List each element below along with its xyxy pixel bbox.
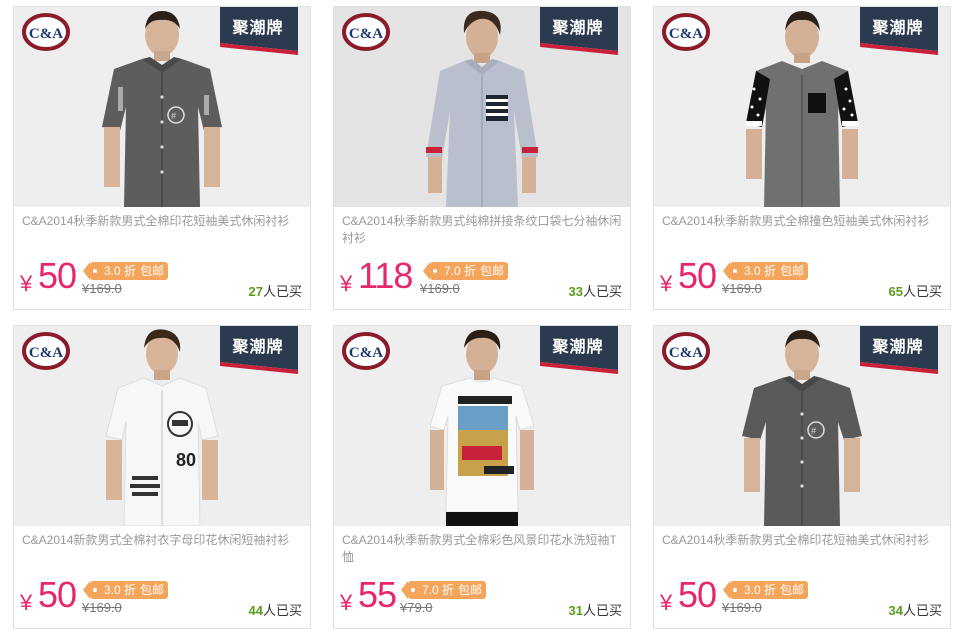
sold-info: 27人已买 — [249, 281, 302, 300]
svg-text:C&A: C&A — [29, 345, 63, 361]
product-photo[interactable]: 80 C&A 聚潮牌 — [14, 326, 310, 526]
currency-symbol: ¥ — [660, 271, 673, 296]
svg-text:C&A: C&A — [29, 26, 63, 42]
currency-symbol: ¥ — [340, 271, 353, 296]
sold-count: 34 — [888, 603, 903, 618]
sold-info: 44人已买 — [249, 600, 302, 619]
svg-text:#: # — [171, 111, 176, 121]
product-photo[interactable]: # C&A 聚潮牌 — [654, 326, 950, 526]
product-card[interactable]: C&A 聚潮牌 C&A2014秋季新款男式全棉撞色短袖美式休闲衬衫 ¥ 50 3… — [653, 6, 951, 310]
free-shipping-badge: 包邮 — [776, 581, 809, 599]
product-card[interactable]: C&A 聚潮牌 C&A2014秋季新款男式纯棉拼接条纹口袋七分袖休闲衬衫 ¥ 1… — [333, 6, 631, 310]
original-price: ¥169.0 — [722, 600, 762, 615]
sold-suffix: 人已买 — [262, 284, 302, 299]
svg-text:80: 80 — [176, 450, 196, 470]
discount-label: 7.0 折 — [444, 264, 477, 278]
brand-logo-icon: C&A — [22, 13, 70, 51]
sold-suffix: 人已买 — [902, 603, 942, 618]
sold-count: 65 — [888, 284, 903, 299]
brand-logo-icon: C&A — [662, 13, 710, 51]
ribbon-label: 聚潮牌 — [872, 339, 924, 356]
price: 55 — [358, 574, 397, 615]
product-photo[interactable]: C&A 聚潮牌 — [334, 326, 630, 526]
sold-suffix: 人已买 — [262, 603, 302, 618]
sold-count: 31 — [568, 603, 583, 618]
product-card[interactable]: C&A 聚潮牌 C&A2014秋季新款男式全棉彩色风景印花水洗短袖T恤 ¥ 55… — [333, 325, 631, 629]
currency-symbol: ¥ — [20, 271, 33, 296]
currency-symbol: ¥ — [340, 590, 353, 615]
sold-info: 31人已买 — [569, 600, 622, 619]
sold-count: 44 — [248, 603, 263, 618]
svg-text:C&A: C&A — [349, 26, 383, 42]
discount-label: 3.0 折 — [744, 583, 777, 597]
product-title[interactable]: C&A2014新款男式全棉衬衣字母印花休闲短袖衬衫 — [22, 532, 304, 549]
brand-logo-icon: C&A — [662, 332, 710, 370]
price: 50 — [678, 574, 717, 615]
free-shipping-badge: 包邮 — [776, 262, 809, 280]
ribbon-label: 聚潮牌 — [872, 20, 924, 37]
currency-symbol: ¥ — [660, 590, 673, 615]
original-price: ¥79.0 — [400, 600, 433, 615]
price: 50 — [38, 574, 77, 615]
svg-text:C&A: C&A — [349, 345, 383, 361]
sold-count: 27 — [248, 284, 263, 299]
product-card[interactable]: 80 C&A 聚潮牌 C&A2014新款男式全棉衬衣字母印花休闲短袖衬衫 ¥ 5… — [13, 325, 311, 629]
sold-info: 33人已买 — [569, 281, 622, 300]
ribbon-label: 聚潮牌 — [552, 20, 604, 37]
product-title[interactable]: C&A2014秋季新款男式全棉印花短袖美式休闲衬衫 — [22, 213, 304, 230]
original-price: ¥169.0 — [722, 281, 762, 296]
product-title[interactable]: C&A2014秋季新款男式全棉印花短袖美式休闲衬衫 — [662, 532, 944, 549]
brand-logo-icon: C&A — [342, 332, 390, 370]
brand-logo-icon: C&A — [22, 332, 70, 370]
product-title[interactable]: C&A2014秋季新款男式全棉撞色短袖美式休闲衬衫 — [662, 213, 944, 230]
free-shipping-badge: 包邮 — [136, 262, 169, 280]
free-shipping-badge: 包邮 — [476, 262, 509, 280]
product-card[interactable]: # C&A 聚潮牌 C&A2014秋季新款男式全棉印花短袖美式休闲衬衫 ¥ 50… — [653, 325, 951, 629]
ribbon-label: 聚潮牌 — [232, 20, 284, 37]
product-title[interactable]: C&A2014秋季新款男式全棉彩色风景印花水洗短袖T恤 — [342, 532, 624, 566]
original-price: ¥169.0 — [82, 281, 122, 296]
product-photo[interactable]: # C&A 聚潮牌 — [14, 7, 310, 207]
price: 50 — [678, 255, 717, 296]
ribbon-label: 聚潮牌 — [232, 339, 284, 356]
sold-suffix: 人已买 — [582, 603, 622, 618]
free-shipping-badge: 包邮 — [454, 581, 487, 599]
discount-label: 3.0 折 — [744, 264, 777, 278]
sold-info: 34人已买 — [889, 600, 942, 619]
product-photo[interactable]: C&A 聚潮牌 — [654, 7, 950, 207]
discount-label: 3.0 折 — [104, 264, 137, 278]
original-price: ¥169.0 — [420, 281, 460, 296]
currency-symbol: ¥ — [20, 590, 33, 615]
discount-label: 7.0 折 — [422, 583, 455, 597]
product-title[interactable]: C&A2014秋季新款男式纯棉拼接条纹口袋七分袖休闲衬衫 — [342, 213, 624, 247]
original-price: ¥169.0 — [82, 600, 122, 615]
sold-suffix: 人已买 — [582, 284, 622, 299]
discount-label: 3.0 折 — [104, 583, 137, 597]
product-card[interactable]: # C&A 聚潮牌 C&A2014秋季新款男式全棉印花短袖美式休闲衬衫 ¥ 50… — [13, 6, 311, 310]
sold-count: 33 — [568, 284, 583, 299]
svg-text:#: # — [811, 426, 816, 436]
svg-text:C&A: C&A — [669, 26, 703, 42]
brand-logo-icon: C&A — [342, 13, 390, 51]
sold-info: 65人已买 — [889, 281, 942, 300]
price: 50 — [38, 255, 77, 296]
price: 118 — [358, 255, 413, 296]
ribbon-label: 聚潮牌 — [552, 339, 604, 356]
product-photo[interactable]: C&A 聚潮牌 — [334, 7, 630, 207]
svg-text:C&A: C&A — [669, 345, 703, 361]
sold-suffix: 人已买 — [902, 284, 942, 299]
free-shipping-badge: 包邮 — [136, 581, 169, 599]
